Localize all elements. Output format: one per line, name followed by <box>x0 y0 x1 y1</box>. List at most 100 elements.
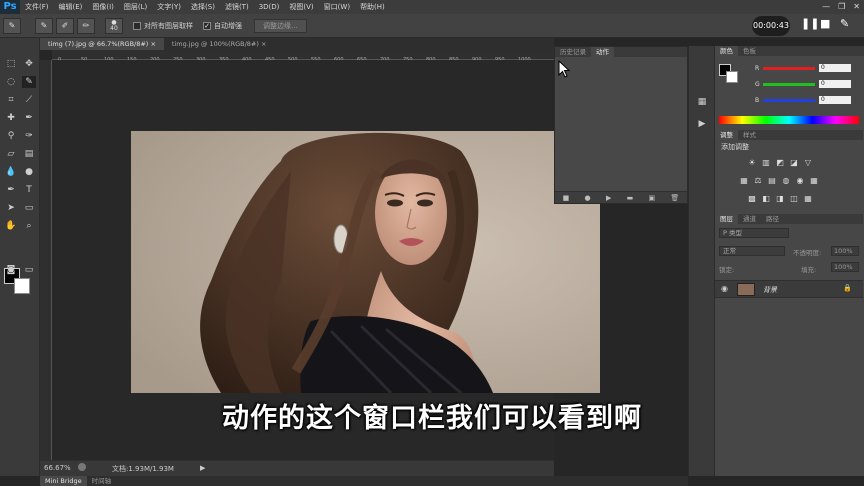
tab-channels[interactable]: 通道 <box>738 214 761 224</box>
auto-enhance-checkbox[interactable]: ✓ <box>203 21 211 30</box>
eraser-tool-icon[interactable]: ▱ <box>4 148 18 160</box>
actions-panel-icon[interactable]: ▶ <box>695 118 709 130</box>
restore-button[interactable]: ❐ <box>838 0 845 14</box>
history-panel-icon[interactable]: ▦ <box>695 96 709 108</box>
zoom-tool-icon[interactable]: ⌕ <box>22 220 36 232</box>
close-tab-icon[interactable]: × <box>261 40 266 48</box>
fill-input[interactable]: 100% <box>831 262 859 272</box>
photo-filter-icon[interactable]: ◍ <box>781 176 791 185</box>
auto-enhance-option[interactable]: ✓ 自动增强 <box>203 21 242 31</box>
invert-icon[interactable]: ▩ <box>747 194 757 203</box>
green-slider[interactable] <box>763 82 815 86</box>
opacity-input[interactable]: 100% <box>831 246 859 256</box>
zoom-level[interactable]: 66.67% <box>44 464 71 472</box>
tab-mini-bridge[interactable]: Mini Bridge <box>40 476 87 486</box>
menu-edit[interactable]: 编辑(E) <box>54 2 88 12</box>
color-lookup-icon[interactable]: ▦ <box>809 176 819 185</box>
tab-styles[interactable]: 样式 <box>738 130 761 140</box>
menu-filter[interactable]: 滤镜(T) <box>220 2 254 12</box>
menu-type[interactable]: 文字(Y) <box>152 2 186 12</box>
menu-image[interactable]: 图像(I) <box>87 2 119 12</box>
trash-icon[interactable]: 🗑 <box>670 194 679 202</box>
red-value-input[interactable]: 0 <box>819 64 851 72</box>
new-action-icon[interactable]: ▣ <box>649 194 656 202</box>
add-selection-mode[interactable]: ✐ <box>56 17 74 34</box>
tab-timeline[interactable]: 时间轴 <box>87 476 117 486</box>
menu-help[interactable]: 帮助(H) <box>355 2 390 12</box>
subtract-selection-mode[interactable]: ✏ <box>77 17 95 34</box>
menu-window[interactable]: 窗口(W) <box>319 2 355 12</box>
close-tab-icon[interactable]: × <box>150 40 155 48</box>
status-info-icon[interactable] <box>78 463 86 471</box>
tab-layers[interactable]: 图层 <box>715 214 738 224</box>
tab-document-1[interactable]: timg (7).jpg @ 66.7%(RGB/8#) × <box>40 38 164 50</box>
screen-mode-icon[interactable]: ▭ <box>22 264 36 276</box>
healing-brush-icon[interactable]: ✚ <box>4 112 18 124</box>
threshold-icon[interactable]: ◨ <box>775 194 785 203</box>
stop-recording-icon[interactable]: ■ <box>563 194 570 202</box>
refine-edge-button[interactable]: 调整边缘... <box>254 18 307 33</box>
visibility-eye-icon[interactable]: ◉ <box>721 284 728 293</box>
quick-select-tool-preset[interactable]: ✎ <box>3 17 21 34</box>
sample-all-layers-checkbox[interactable] <box>133 21 141 30</box>
crop-tool-icon[interactable]: ⌗ <box>4 94 18 106</box>
marquee-tool-icon[interactable]: ⬚ <box>4 58 18 70</box>
menu-file[interactable]: 文件(F) <box>20 2 54 12</box>
tab-actions[interactable]: 动作 <box>591 47 614 57</box>
background-color-swatch[interactable] <box>14 278 30 294</box>
blur-tool-icon[interactable]: 💧 <box>4 166 18 178</box>
type-tool-icon[interactable]: T <box>22 184 36 196</box>
pen-icon[interactable]: ✎ <box>840 17 849 30</box>
pen-tool-icon[interactable]: ✒ <box>4 184 18 196</box>
record-icon[interactable]: ● <box>585 194 591 202</box>
menu-select[interactable]: 选择(S) <box>186 2 220 12</box>
black-white-icon[interactable]: ▤ <box>767 176 777 185</box>
history-brush-icon[interactable]: ✑ <box>22 130 36 142</box>
red-slider[interactable] <box>763 66 815 70</box>
document-image[interactable] <box>131 131 600 393</box>
quick-selection-tool-icon[interactable]: ✎ <box>22 76 36 88</box>
menu-layer[interactable]: 图层(L) <box>119 2 152 12</box>
gradient-tool-icon[interactable]: ▤ <box>22 148 36 160</box>
layer-filter-select[interactable]: P 类型 <box>719 228 789 238</box>
green-value-input[interactable]: 0 <box>819 80 851 88</box>
stop-icon[interactable]: ■ <box>820 17 830 30</box>
hand-tool-icon[interactable]: ✋ <box>4 220 18 232</box>
new-selection-mode[interactable]: ✎ <box>35 17 53 34</box>
lasso-tool-icon[interactable]: ◌ <box>4 76 18 88</box>
folder-icon[interactable]: ▬ <box>627 194 634 202</box>
layer-row[interactable]: ◉ 背景 🔒 <box>715 280 863 298</box>
vibrance-icon[interactable]: ▽ <box>803 158 813 167</box>
tab-color[interactable]: 颜色 <box>715 46 738 56</box>
levels-icon[interactable]: ▥ <box>761 158 771 167</box>
color-spectrum[interactable] <box>719 116 859 124</box>
hue-saturation-icon[interactable]: ▦ <box>739 176 749 185</box>
dodge-tool-icon[interactable]: ● <box>22 166 36 178</box>
color-balance-icon[interactable]: ⚖ <box>753 176 763 185</box>
blue-slider[interactable] <box>763 98 815 102</box>
tab-adjustments[interactable]: 调整 <box>715 130 738 140</box>
eyedropper-tool-icon[interactable]: ⟋ <box>22 94 36 106</box>
menu-3d[interactable]: 3D(D) <box>254 3 285 11</box>
gradient-map-icon[interactable]: ◫ <box>789 194 799 203</box>
clone-stamp-icon[interactable]: ⚲ <box>4 130 18 142</box>
path-select-icon[interactable]: ➤ <box>4 202 18 214</box>
sample-all-layers-option[interactable]: 对所有图层取样 <box>133 21 193 31</box>
curves-icon[interactable]: ◩ <box>775 158 785 167</box>
menu-view[interactable]: 视图(V) <box>284 2 318 12</box>
pause-icon[interactable]: ❚❚ <box>801 17 819 30</box>
play-icon[interactable]: ▶ <box>606 194 611 202</box>
blend-mode-select[interactable]: 正常 <box>719 246 785 256</box>
shape-tool-icon[interactable]: ▭ <box>22 202 36 214</box>
posterize-icon[interactable]: ◧ <box>761 194 771 203</box>
tab-paths[interactable]: 路径 <box>761 214 784 224</box>
status-menu-arrow-icon[interactable]: ▶ <box>200 464 205 472</box>
brush-size-picker[interactable]: ● 40 <box>105 17 123 34</box>
tab-document-2[interactable]: timg.jpg @ 100%(RGB/8#) × <box>164 38 275 50</box>
brightness-icon[interactable]: ☀ <box>747 158 757 167</box>
quick-mask-icon[interactable]: ◙ <box>4 264 18 276</box>
channel-mixer-icon[interactable]: ◉ <box>795 176 805 185</box>
tab-swatches[interactable]: 色板 <box>738 46 761 56</box>
exposure-icon[interactable]: ◪ <box>789 158 799 167</box>
brush-tool-icon[interactable]: ✒ <box>22 112 36 124</box>
